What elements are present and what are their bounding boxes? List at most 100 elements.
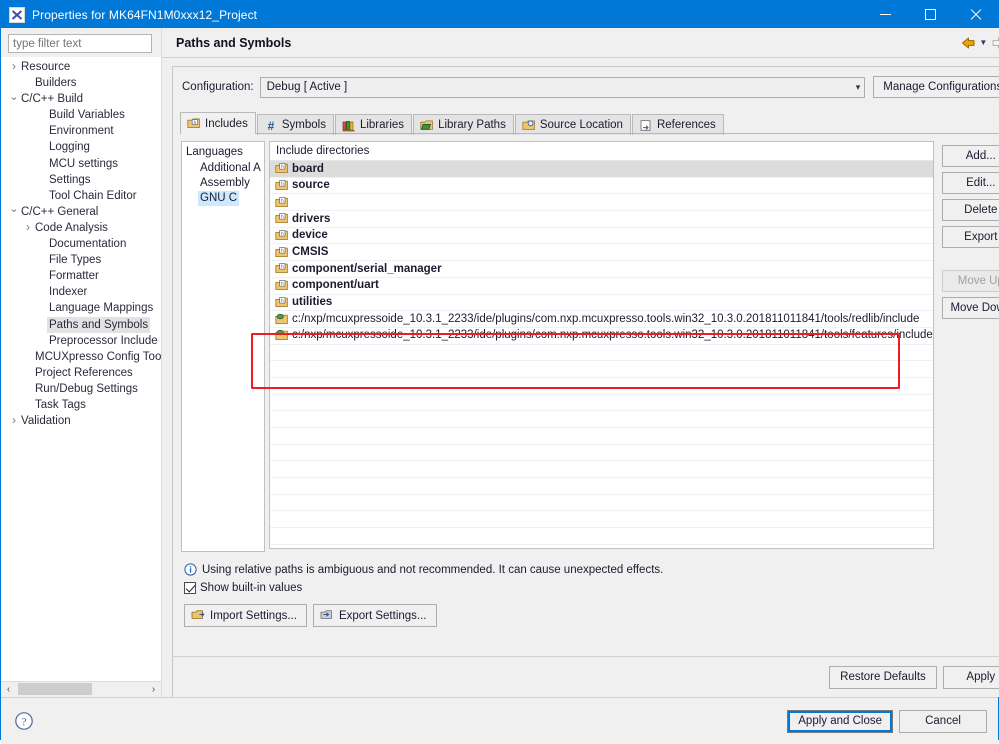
- include-directory-empty-row[interactable]: [270, 478, 933, 495]
- include-directory-row[interactable]: h component/serial_manager: [270, 261, 933, 278]
- tab-symbols[interactable]: # Symbols: [256, 114, 334, 135]
- include-directory-row[interactable]: h component/uart: [270, 278, 933, 295]
- delete-button[interactable]: Delete: [941, 199, 999, 221]
- include-directory-empty-row[interactable]: [270, 378, 933, 395]
- include-directories-header: Include directories: [270, 142, 933, 161]
- close-button[interactable]: [953, 1, 998, 28]
- language-item-additional-a[interactable]: Additional A: [182, 161, 264, 176]
- tree-horizontal-scrollbar[interactable]: ‹ ›: [1, 681, 161, 697]
- sidebar-item-tool-chain-editor[interactable]: Tool Chain Editor: [1, 188, 161, 204]
- scroll-left-icon[interactable]: ‹: [1, 684, 16, 695]
- header-folder-icon: h: [275, 262, 289, 275]
- configuration-select[interactable]: Debug [ Active ] ▾: [259, 76, 866, 98]
- include-directory-empty-row[interactable]: [270, 495, 933, 512]
- sidebar-item-mcu-settings[interactable]: MCU settings: [1, 156, 161, 172]
- include-directory-row[interactable]: h CMSIS: [270, 244, 933, 262]
- sidebar-item-project-references[interactable]: Project References: [1, 365, 161, 381]
- sidebar-item-indexer[interactable]: Indexer: [1, 284, 161, 300]
- include-directory-empty-row[interactable]: [270, 528, 933, 545]
- chevron-collapsed-icon[interactable]: [21, 220, 35, 236]
- tab-library-paths[interactable]: Library Paths: [413, 114, 514, 135]
- sidebar-item-run-debug-settings[interactable]: Run/Debug Settings: [1, 381, 161, 397]
- languages-list[interactable]: Additional A Assembly GNU C: [182, 161, 264, 206]
- include-directory-row[interactable]: h utilities: [270, 295, 933, 312]
- include-directory-empty-row[interactable]: [270, 411, 933, 428]
- include-directory-empty-row[interactable]: [270, 545, 933, 548]
- show-builtin-values-row[interactable]: Show built-in values: [184, 582, 999, 594]
- tab-libraries[interactable]: Libraries: [334, 114, 413, 135]
- include-directories-list[interactable]: h board h source h h drivers h device h CMSIS h comp…: [270, 161, 933, 548]
- sidebar-item-file-types[interactable]: File Types: [1, 252, 161, 268]
- move-down-button[interactable]: Move Down: [941, 297, 999, 319]
- settings-tree[interactable]: Resource Builders C/C++ Build Build Variabl…: [1, 57, 161, 681]
- include-directory-empty-row[interactable]: [270, 461, 933, 479]
- include-directory-empty-row[interactable]: [270, 511, 933, 529]
- sidebar-item-environment[interactable]: Environment: [1, 123, 161, 139]
- import-settings-button[interactable]: Import Settings...: [184, 604, 307, 627]
- minimize-button[interactable]: [863, 1, 908, 28]
- apply-button[interactable]: Apply: [942, 665, 999, 689]
- chevron-expanded-icon[interactable]: [7, 204, 21, 220]
- scroll-track[interactable]: [16, 682, 146, 697]
- include-directory-row[interactable]: h drivers: [270, 211, 933, 228]
- chevron-collapsed-icon[interactable]: [7, 413, 21, 429]
- tab-source-location[interactable]: Source Location: [514, 114, 631, 135]
- sidebar-item-documentation[interactable]: Documentation: [1, 236, 161, 252]
- include-directory-row[interactable]: h: [270, 194, 933, 212]
- restore-defaults-button[interactable]: Restore Defaults: [829, 665, 937, 689]
- tab-references[interactable]: References: [631, 114, 724, 135]
- include-directory-empty-row[interactable]: [270, 445, 933, 462]
- sidebar-item-settings[interactable]: Settings: [1, 172, 161, 188]
- search-input[interactable]: [8, 34, 152, 53]
- sidebar-item-preprocessor-include-pa[interactable]: Preprocessor Include Pa: [1, 333, 161, 349]
- scroll-thumb[interactable]: [18, 683, 92, 695]
- include-directory-empty-row[interactable]: [270, 361, 933, 378]
- language-item-gnu-c[interactable]: GNU C: [182, 191, 264, 206]
- edit-button[interactable]: Edit...: [941, 172, 999, 194]
- apply-and-close-button[interactable]: Apply and Close: [787, 709, 893, 733]
- sidebar-item-validation[interactable]: Validation: [1, 413, 161, 429]
- language-item-assembly[interactable]: Assembly: [182, 176, 264, 191]
- sidebar-item-build-variables[interactable]: Build Variables: [1, 107, 161, 123]
- sidebar-item-c-c-general[interactable]: C/C++ General: [1, 204, 161, 220]
- tab-includes[interactable]: h Includes: [180, 112, 256, 134]
- svg-text:h: h: [281, 231, 284, 237]
- include-directory-row[interactable]: c:/nxp/mcuxpressoide_10.3.1_2233/ide/plu…: [270, 328, 933, 345]
- sidebar-item-formatter[interactable]: Formatter: [1, 268, 161, 284]
- scroll-right-icon[interactable]: ›: [146, 684, 161, 695]
- manage-configurations-button[interactable]: Manage Configurations...: [873, 76, 999, 98]
- back-arrow-icon[interactable]: [960, 35, 977, 51]
- back-history-chevron-down-icon[interactable]: ▼: [977, 38, 990, 47]
- cancel-button[interactable]: Cancel: [899, 709, 987, 733]
- sidebar-item-logging[interactable]: Logging: [1, 139, 161, 155]
- sidebar-item-resource[interactable]: Resource: [1, 59, 161, 75]
- include-directory-empty-row[interactable]: [270, 395, 933, 412]
- sidebar-item-paths-and-symbols[interactable]: Paths and Symbols: [1, 316, 161, 333]
- maximize-button[interactable]: [908, 1, 953, 28]
- sidebar-item-code-analysis[interactable]: Code Analysis: [1, 220, 161, 236]
- include-directory-row[interactable]: c:/nxp/mcuxpressoide_10.3.1_2233/ide/plu…: [270, 311, 933, 328]
- include-directory-row[interactable]: h board: [270, 161, 933, 178]
- forward-arrow-icon[interactable]: [990, 35, 999, 51]
- sidebar-item-mcuxpresso-config-tools[interactable]: MCUXpresso Config Tools: [1, 349, 161, 365]
- sidebar-item-label: Indexer: [49, 286, 88, 299]
- export-button[interactable]: Export: [941, 226, 999, 248]
- language-item-label: Assembly: [200, 177, 250, 189]
- include-directory-empty-row[interactable]: [270, 345, 933, 362]
- add-button[interactable]: Add...: [941, 145, 999, 167]
- sidebar-item-c-c-build[interactable]: C/C++ Build: [1, 91, 161, 107]
- sidebar-item-language-mappings[interactable]: Language Mappings: [1, 300, 161, 316]
- chevron-expanded-icon[interactable]: [7, 91, 21, 107]
- sidebar-item-task-tags[interactable]: Task Tags: [1, 397, 161, 413]
- include-directory-row[interactable]: h source: [270, 178, 933, 195]
- sidebar-item-builders[interactable]: Builders: [1, 75, 161, 91]
- builtin-folder-icon: [275, 313, 289, 326]
- show-builtin-values-checkbox[interactable]: [184, 582, 196, 594]
- include-directory-row[interactable]: h device: [270, 228, 933, 245]
- include-directory-empty-row[interactable]: [270, 428, 933, 445]
- svg-text:h: h: [281, 298, 284, 304]
- export-settings-button[interactable]: Export Settings...: [312, 604, 437, 627]
- help-icon[interactable]: ?: [14, 711, 34, 731]
- sidebar-item-label: Environment: [49, 125, 114, 138]
- chevron-collapsed-icon[interactable]: [7, 59, 21, 75]
